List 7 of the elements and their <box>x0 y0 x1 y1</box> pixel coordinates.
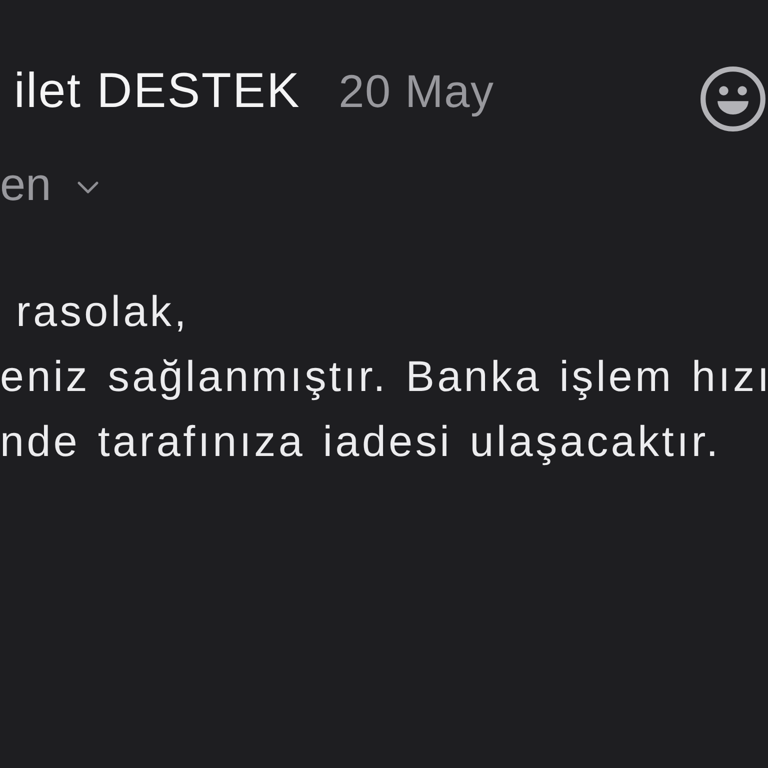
message-date: 20 May <box>338 64 494 119</box>
smiley-icon[interactable] <box>700 66 766 132</box>
message-text: eniz sağlanmıştır. Banka işlem hızı <box>0 352 768 403</box>
sender-name: ilet DESTEK <box>14 63 301 120</box>
message-text: rasolak, <box>15 287 189 338</box>
recipient-toggle[interactable]: en <box>0 156 100 212</box>
message-text: nde tarafınıza iadesi ulaşacaktır. <box>0 417 721 468</box>
